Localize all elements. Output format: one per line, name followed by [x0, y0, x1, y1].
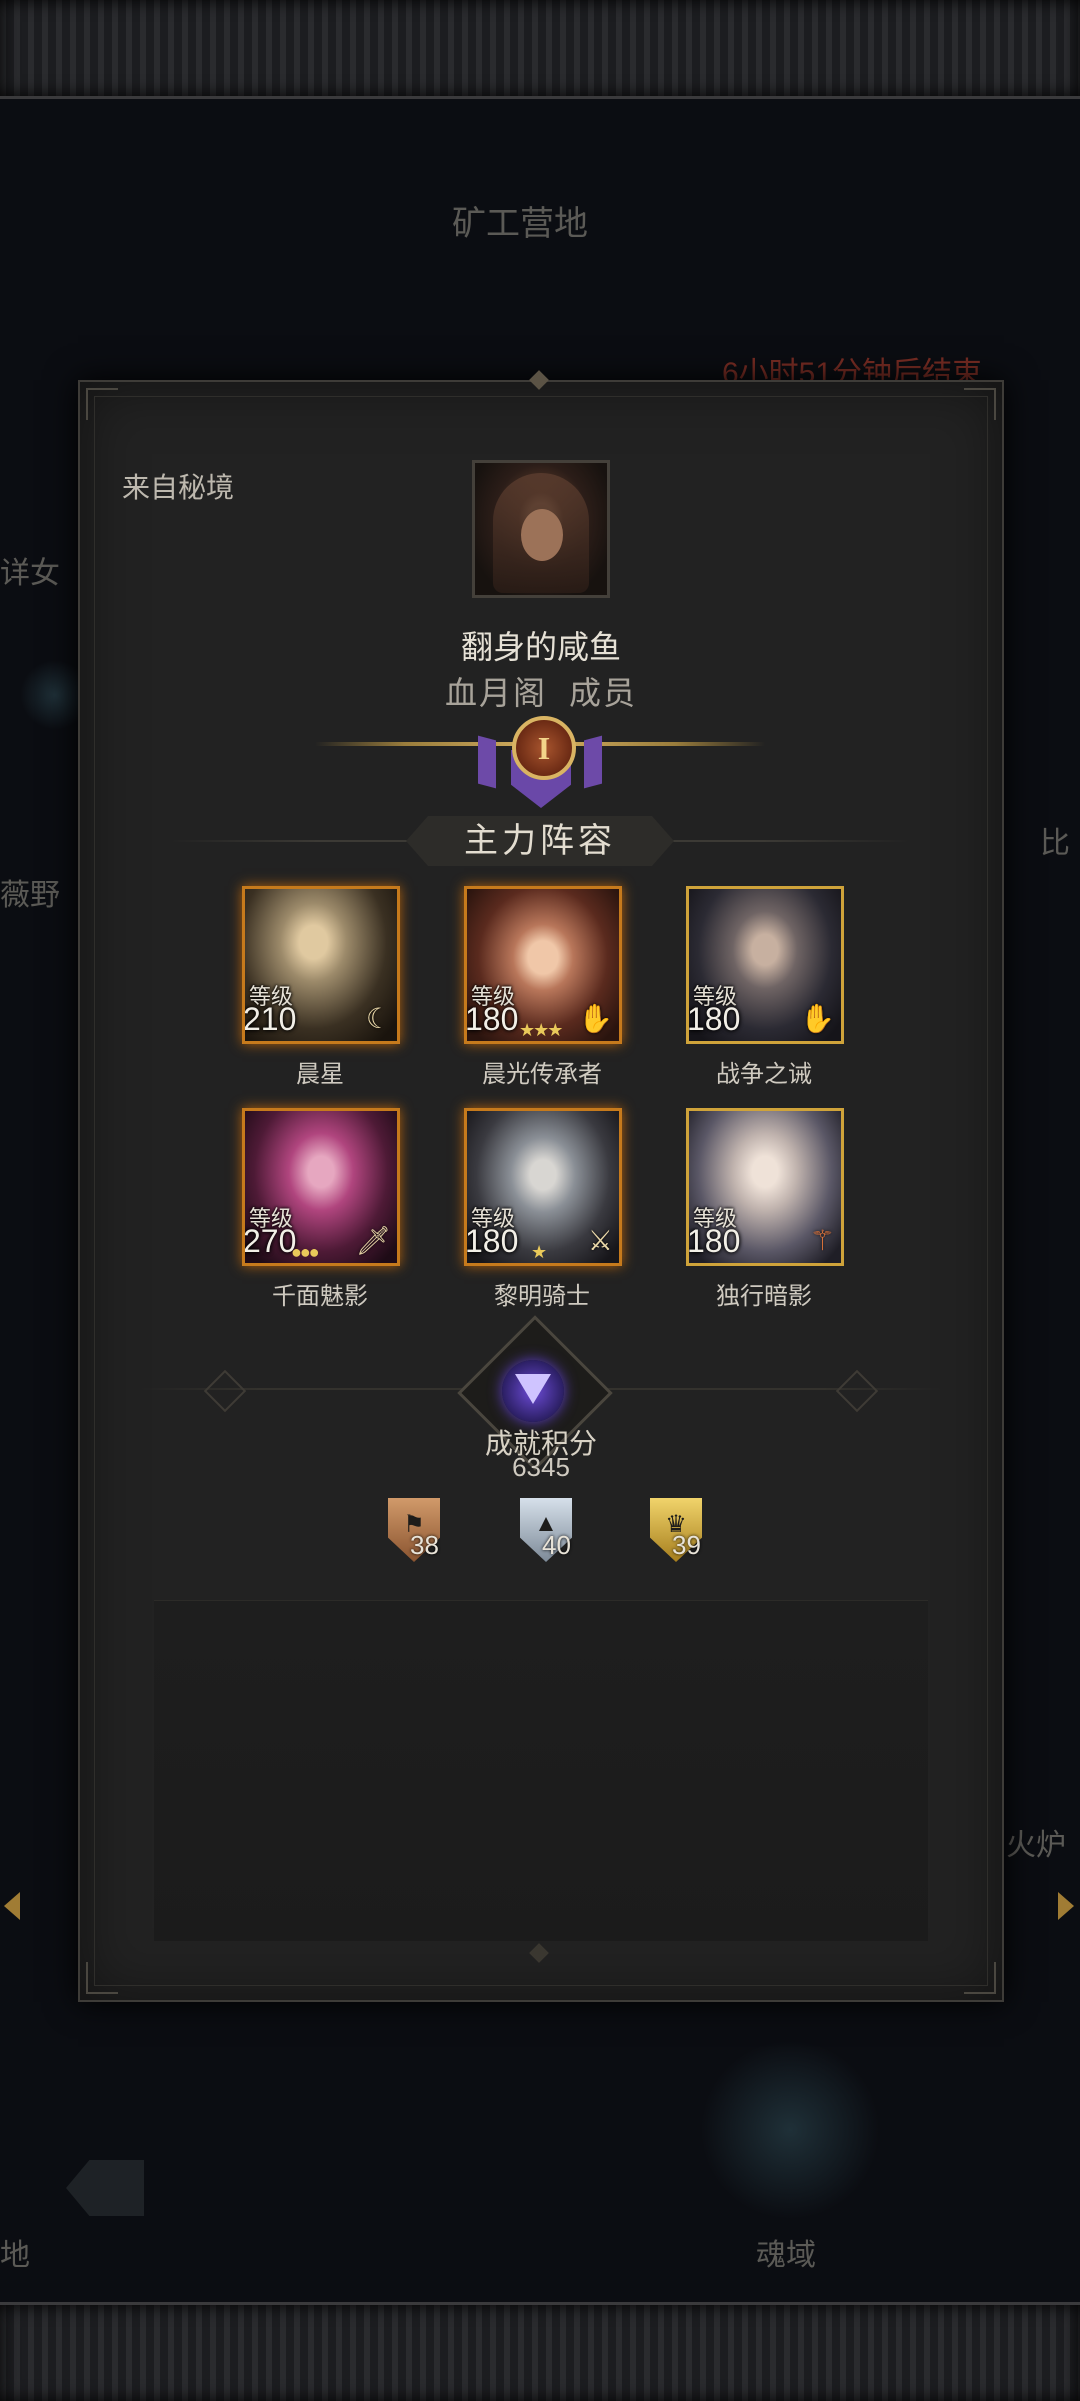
gold-medal-icon[interactable]: ♛ 39 — [644, 1494, 724, 1574]
diamond-ornament-icon — [203, 1369, 247, 1413]
hero-card[interactable]: 等级 270 ●●● 🗡 千面魅影 — [242, 1108, 400, 1311]
back-arrow-button[interactable] — [66, 2160, 144, 2216]
rank-ribbon — [584, 735, 602, 789]
hero-name: 晨星 — [296, 1061, 344, 1088]
empty-content-area — [154, 1600, 928, 1941]
hero-name: 晨光传承者 — [482, 1061, 602, 1088]
diamond-ornament-icon — [835, 1369, 879, 1413]
left-arrow-icon[interactable] — [4, 1892, 20, 1920]
background-left-text: 详女 — [0, 557, 60, 590]
rank-ribbon — [478, 735, 496, 789]
player-name: 翻身的咸鱼 — [460, 629, 621, 665]
hero-level: 270 — [243, 1223, 297, 1259]
right-arrow-icon[interactable] — [1058, 1892, 1074, 1920]
background-right-text-2: 火炉 — [1006, 1829, 1066, 1862]
hero-name: 千面魅影 — [272, 1283, 368, 1310]
scythe-icon: ⚚ — [809, 1225, 835, 1256]
silver-medal-icon[interactable]: ▲ 40 — [514, 1494, 594, 1574]
bottom-frame — [0, 2302, 1080, 2401]
hero-rings: ●●● — [291, 1242, 320, 1262]
hero-portrait-frame[interactable]: 等级 180 ★ ⚔ — [464, 1108, 622, 1266]
crescent-icon: ☾ — [365, 1003, 391, 1034]
hero-stars: ★★★ — [519, 1020, 563, 1040]
player-info-panel: 来自秘境 翻身的咸鱼 血月阁 成员 I 主力阵容 等级 210 ☾ 晨星 等级 1… — [78, 370, 1004, 2002]
palm-icon: ✋ — [800, 1003, 835, 1034]
hero-stars: ★ — [531, 1242, 547, 1262]
background-left-text-2: 薇野 — [0, 879, 60, 912]
medal-count: 39 — [672, 1530, 701, 1560]
medal-count: 40 — [542, 1530, 571, 1560]
hero-portrait-frame[interactable]: 等级 180 ⚚ — [686, 1108, 844, 1266]
hero-level: 180 — [687, 1001, 741, 1037]
panel-top-gem — [529, 370, 549, 390]
sword-icon: ⚔ — [587, 1225, 613, 1256]
guild-role: 成员 — [569, 675, 638, 711]
hero-card[interactable]: 等级 180 ★ ⚔ 黎明骑士 — [464, 1108, 622, 1311]
hero-card[interactable]: 等级 180 ✋ 战争之诫 — [686, 886, 844, 1089]
hero-card[interactable]: 等级 180 ★★★ ✋ 晨光传承者 — [464, 886, 622, 1089]
panel-corner — [86, 1962, 118, 1994]
lineup-title: 主力阵容 — [406, 816, 674, 866]
background-bottom-left-text: 地 — [0, 2239, 30, 2272]
panel-corner — [964, 1962, 996, 1994]
hero-portrait-frame[interactable]: 等级 180 ✋ — [686, 886, 844, 1044]
background-location-title: 矿工营地 — [452, 205, 588, 243]
panel-corner — [86, 388, 118, 420]
soul-realm-portal-icon — [700, 2040, 880, 2220]
palm-icon: ✋ — [578, 1003, 613, 1034]
background-right-text: 比 — [1040, 827, 1070, 860]
face-shape — [521, 509, 563, 561]
hero-card[interactable]: 等级 210 ☾ 晨星 — [242, 886, 400, 1089]
background-bottom-right-text: 魂域 — [756, 2239, 816, 2272]
hero-name: 黎明骑士 — [494, 1283, 590, 1310]
top-frame — [0, 0, 1080, 99]
guild-info: 血月阁 成员 — [80, 668, 1002, 714]
panel-corner — [964, 388, 996, 420]
hero-name: 战争之诫 — [716, 1061, 812, 1088]
rank-badge-icon: I — [512, 716, 576, 780]
panel-bottom-gem — [529, 1943, 549, 1963]
player-avatar[interactable] — [472, 460, 610, 598]
hero-name: 独行暗影 — [716, 1283, 812, 1310]
medal-count: 38 — [410, 1530, 439, 1560]
source-label: 来自秘境 — [122, 472, 235, 503]
hero-level: 210 — [243, 1001, 297, 1037]
dagger-icon: 🗡 — [355, 1225, 391, 1256]
hero-portrait-frame[interactable]: 等级 270 ●●● 🗡 — [242, 1108, 400, 1266]
hero-level: 180 — [465, 1001, 519, 1037]
hero-portrait-frame[interactable]: 等级 210 ☾ — [242, 886, 400, 1044]
achievement-triangle-icon — [515, 1374, 551, 1404]
hero-card[interactable]: 等级 180 ⚚ 独行暗影 — [686, 1108, 844, 1311]
hero-level: 180 — [465, 1223, 519, 1259]
achievement-score: 6345 — [512, 1452, 570, 1482]
hero-portrait-frame[interactable]: 等级 180 ★★★ ✋ — [464, 886, 622, 1044]
guild-name: 血月阁 — [444, 675, 547, 711]
lineup-header: 主力阵容 — [170, 816, 910, 866]
bronze-medal-icon[interactable]: ⚑ 38 — [382, 1494, 462, 1574]
hero-level: 180 — [687, 1223, 741, 1259]
